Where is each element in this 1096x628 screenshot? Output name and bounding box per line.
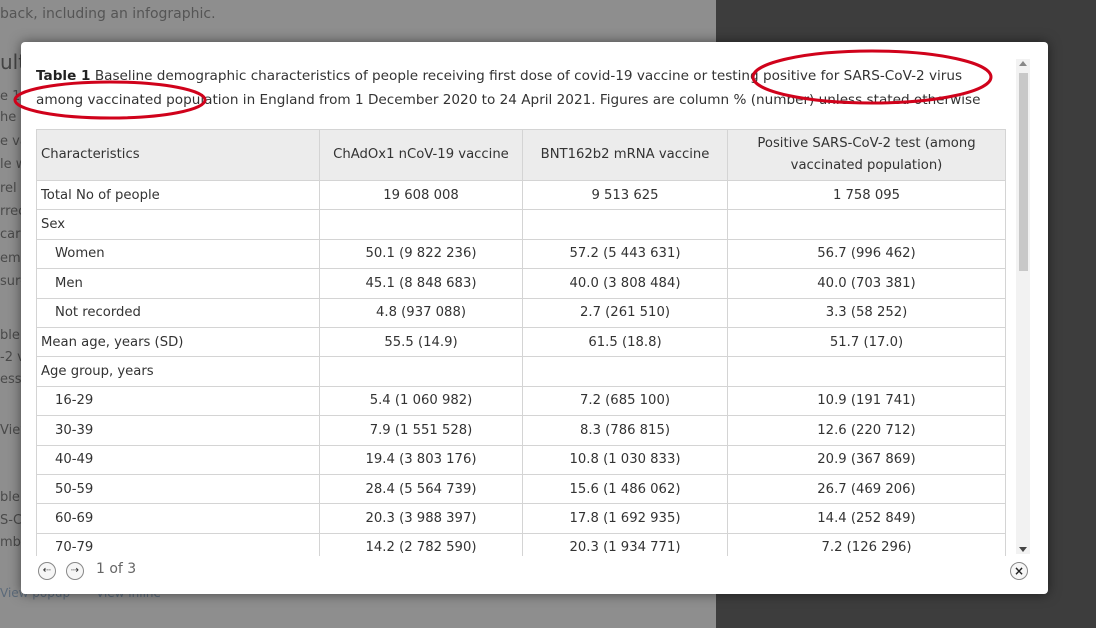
scroll-up-arrow-icon[interactable]: [1019, 61, 1027, 66]
table-caption: Table 1 Baseline demographic characteris…: [36, 64, 986, 112]
table-cell: [522, 356, 728, 387]
table-row: 16-29 5.4 (1 060 982) 7.2 (685 100) 10.9 (1…: [36, 385, 1006, 417]
table-cell: 10.8 (1 030 833): [522, 444, 728, 475]
table-row: Sex: [36, 209, 1006, 240]
table-cell: 7.2 (126 296): [727, 532, 1006, 556]
arrow-left-icon: ⇠: [42, 565, 52, 576]
arrow-right-icon: ⇢: [70, 565, 80, 576]
table-cell: 8.3 (786 815): [522, 415, 728, 446]
row-label: Not recorded: [36, 297, 320, 328]
row-label: 16-29: [36, 385, 320, 417]
table-cell: 14.4 (252 849): [727, 503, 1006, 534]
table-cell: 1 758 095: [727, 179, 1006, 211]
scroll-thumb[interactable]: [1019, 73, 1028, 271]
table-cell: 40.0 (703 381): [727, 268, 1006, 299]
table-cell: 19 608 008: [319, 179, 523, 211]
row-label: Women: [36, 238, 320, 270]
table-cell: 2.7 (261 510): [522, 297, 728, 328]
row-label: Total No of people: [36, 179, 320, 211]
table-cell: 3.3 (58 252): [727, 297, 1006, 328]
previous-table-button[interactable]: ⇠: [38, 562, 56, 580]
table-header-row: Characteristics ChAdOx1 nCoV-19 vaccine …: [36, 129, 1006, 181]
table-popup-modal: Table 1 Baseline demographic characteris…: [21, 42, 1048, 594]
table-cell: 28.4 (5 564 739): [319, 473, 523, 505]
table-cell: 20.9 (367 869): [727, 444, 1006, 475]
background-side-fragment: S-C: [0, 513, 23, 528]
table-cell: 7.9 (1 551 528): [319, 415, 523, 446]
table-cell: [319, 356, 523, 387]
row-label: Men: [36, 268, 320, 299]
table-row: Not recorded 4.8 (937 088) 2.7 (261 510) 3.…: [36, 297, 1006, 328]
close-icon: ×: [1013, 564, 1025, 578]
table-cell: 20.3 (1 934 771): [522, 532, 728, 556]
table-row: Mean age, years (SD) 55.5 (14.9) 61.5 (18.…: [36, 326, 1006, 358]
column-header-bnt162b2: BNT162b2 mRNA vaccine: [522, 129, 728, 181]
table-row: 60-69 20.3 (3 988 397) 17.8 (1 692 935) 14.…: [36, 503, 1006, 534]
table-cell: 10.9 (191 741): [727, 385, 1006, 417]
table-cell: 20.3 (3 988 397): [319, 503, 523, 534]
table-cell: 9 513 625: [522, 179, 728, 211]
table-cell: 19.4 (3 803 176): [319, 444, 523, 475]
row-label: 50-59: [36, 473, 320, 505]
scroll-down-arrow-icon[interactable]: [1019, 547, 1027, 552]
table-cell: [727, 209, 1006, 240]
table-cell: [727, 356, 1006, 387]
row-label: Age group, years: [36, 356, 320, 387]
table-row: 70-79 14.2 (2 782 590) 20.3 (1 934 771) 7.2…: [36, 532, 1006, 556]
table-cell: 55.5 (14.9): [319, 326, 523, 358]
table-cell: 26.7 (469 206): [727, 473, 1006, 505]
table-cell: 4.8 (937 088): [319, 297, 523, 328]
row-label: 60-69: [36, 503, 320, 534]
background-intro-text: back, including an infographic.: [0, 6, 216, 22]
background-side-fragment: he: [0, 110, 17, 125]
row-label: Sex: [36, 209, 320, 240]
next-table-button[interactable]: ⇢: [66, 562, 84, 580]
table-cell: 56.7 (996 462): [727, 238, 1006, 270]
column-header-chadox1: ChAdOx1 nCoV-19 vaccine: [319, 129, 523, 181]
table-cell: 45.1 (8 848 683): [319, 268, 523, 299]
table-cell: [522, 209, 728, 240]
table-row: Men 45.1 (8 848 683) 40.0 (3 808 484) 40.0 …: [36, 268, 1006, 299]
background-side-fragment: em: [0, 251, 21, 266]
table-cell: 50.1 (9 822 236): [319, 238, 523, 270]
table-caption-label: Table 1: [36, 68, 91, 84]
table-cell: 51.7 (17.0): [727, 326, 1006, 358]
table-row: Women 50.1 (9 822 236) 57.2 (5 443 631) 56.…: [36, 238, 1006, 270]
table-cell: 7.2 (685 100): [522, 385, 728, 417]
column-header-characteristics: Characteristics: [36, 129, 320, 181]
row-label: 40-49: [36, 444, 320, 475]
table-cell: 17.8 (1 692 935): [522, 503, 728, 534]
table-body: Total No of people 19 608 008 9 513 625 1 7…: [36, 179, 1006, 556]
table-cell: 14.2 (2 782 590): [319, 532, 523, 556]
background-side-fragment: e 1: [0, 89, 21, 104]
row-label: 30-39: [36, 415, 320, 446]
table-row: Total No of people 19 608 008 9 513 625 1 7…: [36, 179, 1006, 211]
column-header-positive-test: Positive SARS-CoV-2 test (among vaccinat…: [727, 129, 1006, 181]
table-cell: 40.0 (3 808 484): [522, 268, 728, 299]
table-row: Age group, years: [36, 356, 1006, 387]
background-side-fragment: ess: [0, 372, 22, 387]
table-caption-text: Baseline demographic characteristics of …: [36, 68, 981, 108]
table-row: 40-49 19.4 (3 803 176) 10.8 (1 030 833) 20.…: [36, 444, 1006, 475]
close-button[interactable]: ×: [1010, 562, 1028, 580]
table-cell: 15.6 (1 486 062): [522, 473, 728, 505]
table-cell: 61.5 (18.8): [522, 326, 728, 358]
table-cell: 5.4 (1 060 982): [319, 385, 523, 417]
table-cell: [319, 209, 523, 240]
table-row: 50-59 28.4 (5 564 739) 15.6 (1 486 062) 26.…: [36, 473, 1006, 505]
vertical-scrollbar[interactable]: [1016, 59, 1030, 554]
row-label: 70-79: [36, 532, 320, 556]
table-viewport[interactable]: Characteristics ChAdOx1 nCoV-19 vaccine …: [36, 129, 1006, 556]
pager-text: 1 of 3: [96, 561, 137, 577]
table-cell: 12.6 (220 712): [727, 415, 1006, 446]
background-side-fragment: rel: [0, 181, 17, 196]
table-cell: 57.2 (5 443 631): [522, 238, 728, 270]
demographics-table: Characteristics ChAdOx1 nCoV-19 vaccine …: [36, 129, 1006, 556]
row-label: Mean age, years (SD): [36, 326, 320, 358]
table-row: 30-39 7.9 (1 551 528) 8.3 (786 815) 12.6 (2…: [36, 415, 1006, 446]
